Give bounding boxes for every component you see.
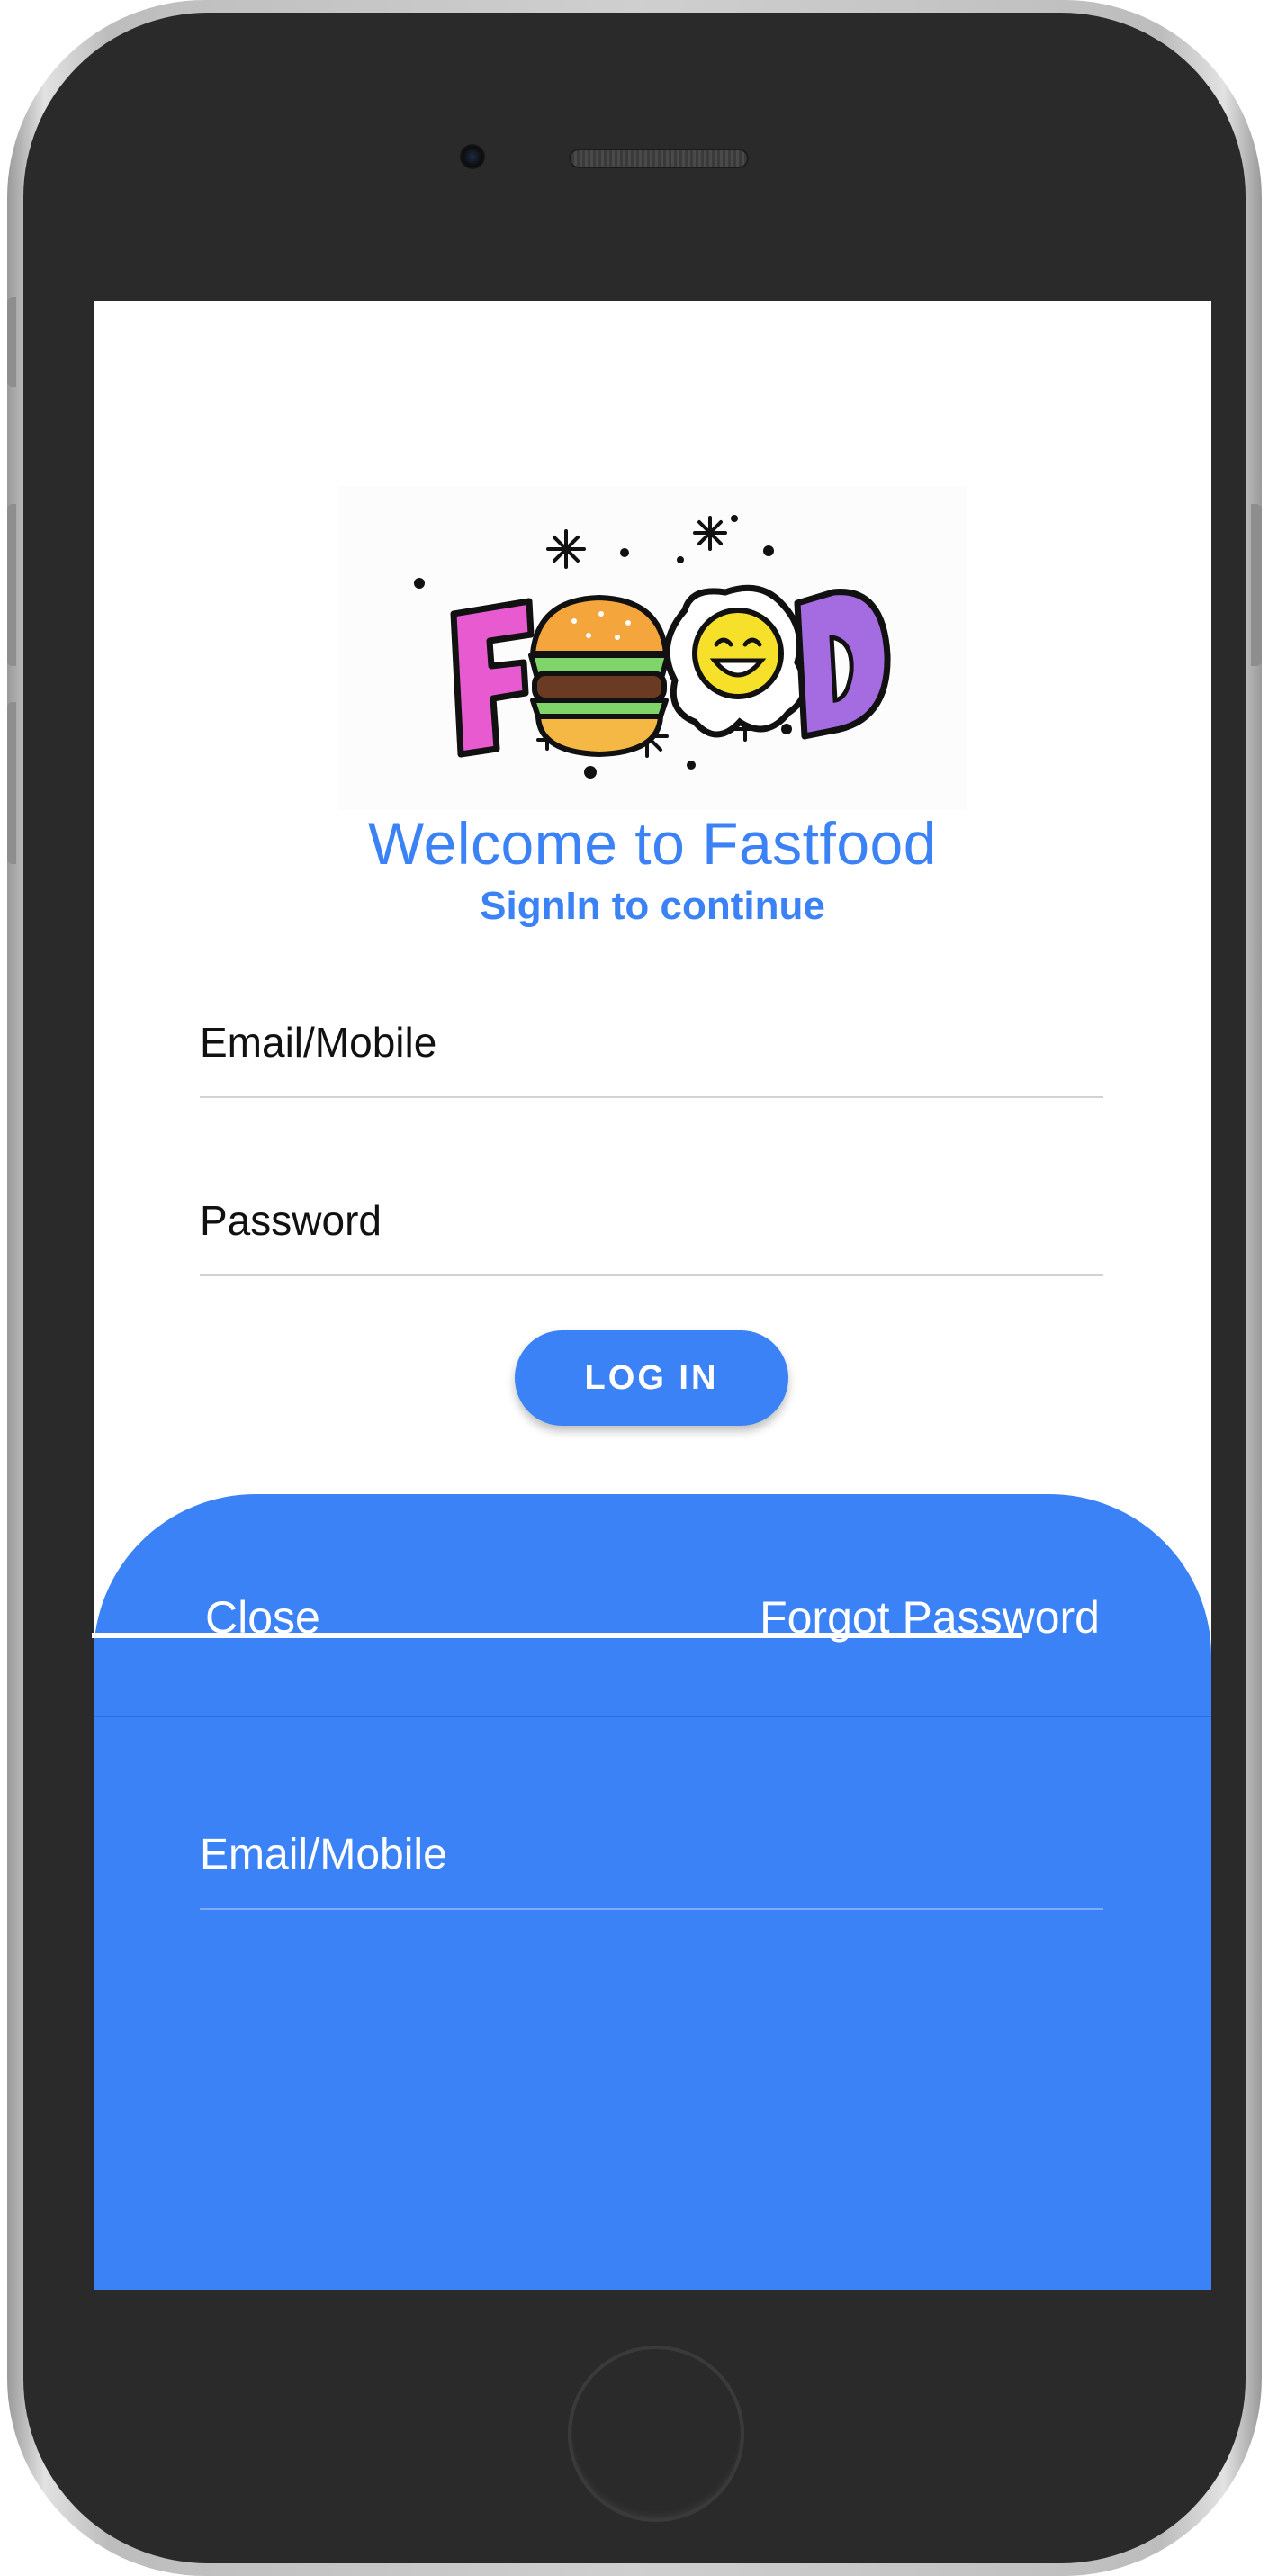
volume-down-button <box>7 702 16 864</box>
email-field <box>200 988 1103 1098</box>
sheet-header: Close Forgot Password <box>94 1494 1211 1717</box>
password-input[interactable] <box>200 1166 1103 1274</box>
home-button <box>568 2346 744 2522</box>
login-button[interactable]: LOG IN <box>515 1330 788 1426</box>
earpiece-speaker <box>569 149 749 168</box>
mute-switch <box>7 297 16 387</box>
password-field <box>200 1166 1103 1276</box>
forgot-password-sheet: Close Forgot Password <box>94 1494 1211 2290</box>
front-camera <box>460 144 485 169</box>
phone-frame: Welcome to Fastfood SignIn to continue L… <box>7 0 1262 2576</box>
email-input[interactable] <box>200 988 1103 1096</box>
volume-up-button <box>7 504 16 666</box>
phone-body: Welcome to Fastfood SignIn to continue L… <box>23 13 1246 2563</box>
signin-subtitle: SignIn to continue <box>480 884 825 928</box>
input-focus-underline <box>92 1633 1022 1638</box>
food-logo-image <box>414 515 891 779</box>
power-button <box>1251 504 1262 666</box>
welcome-title: Welcome to Fastfood <box>368 810 937 877</box>
reset-email-field <box>200 1800 1103 1910</box>
reset-email-input[interactable] <box>200 1800 1103 1908</box>
food-logo <box>338 486 967 810</box>
app-screen: Welcome to Fastfood SignIn to continue L… <box>94 301 1211 2290</box>
